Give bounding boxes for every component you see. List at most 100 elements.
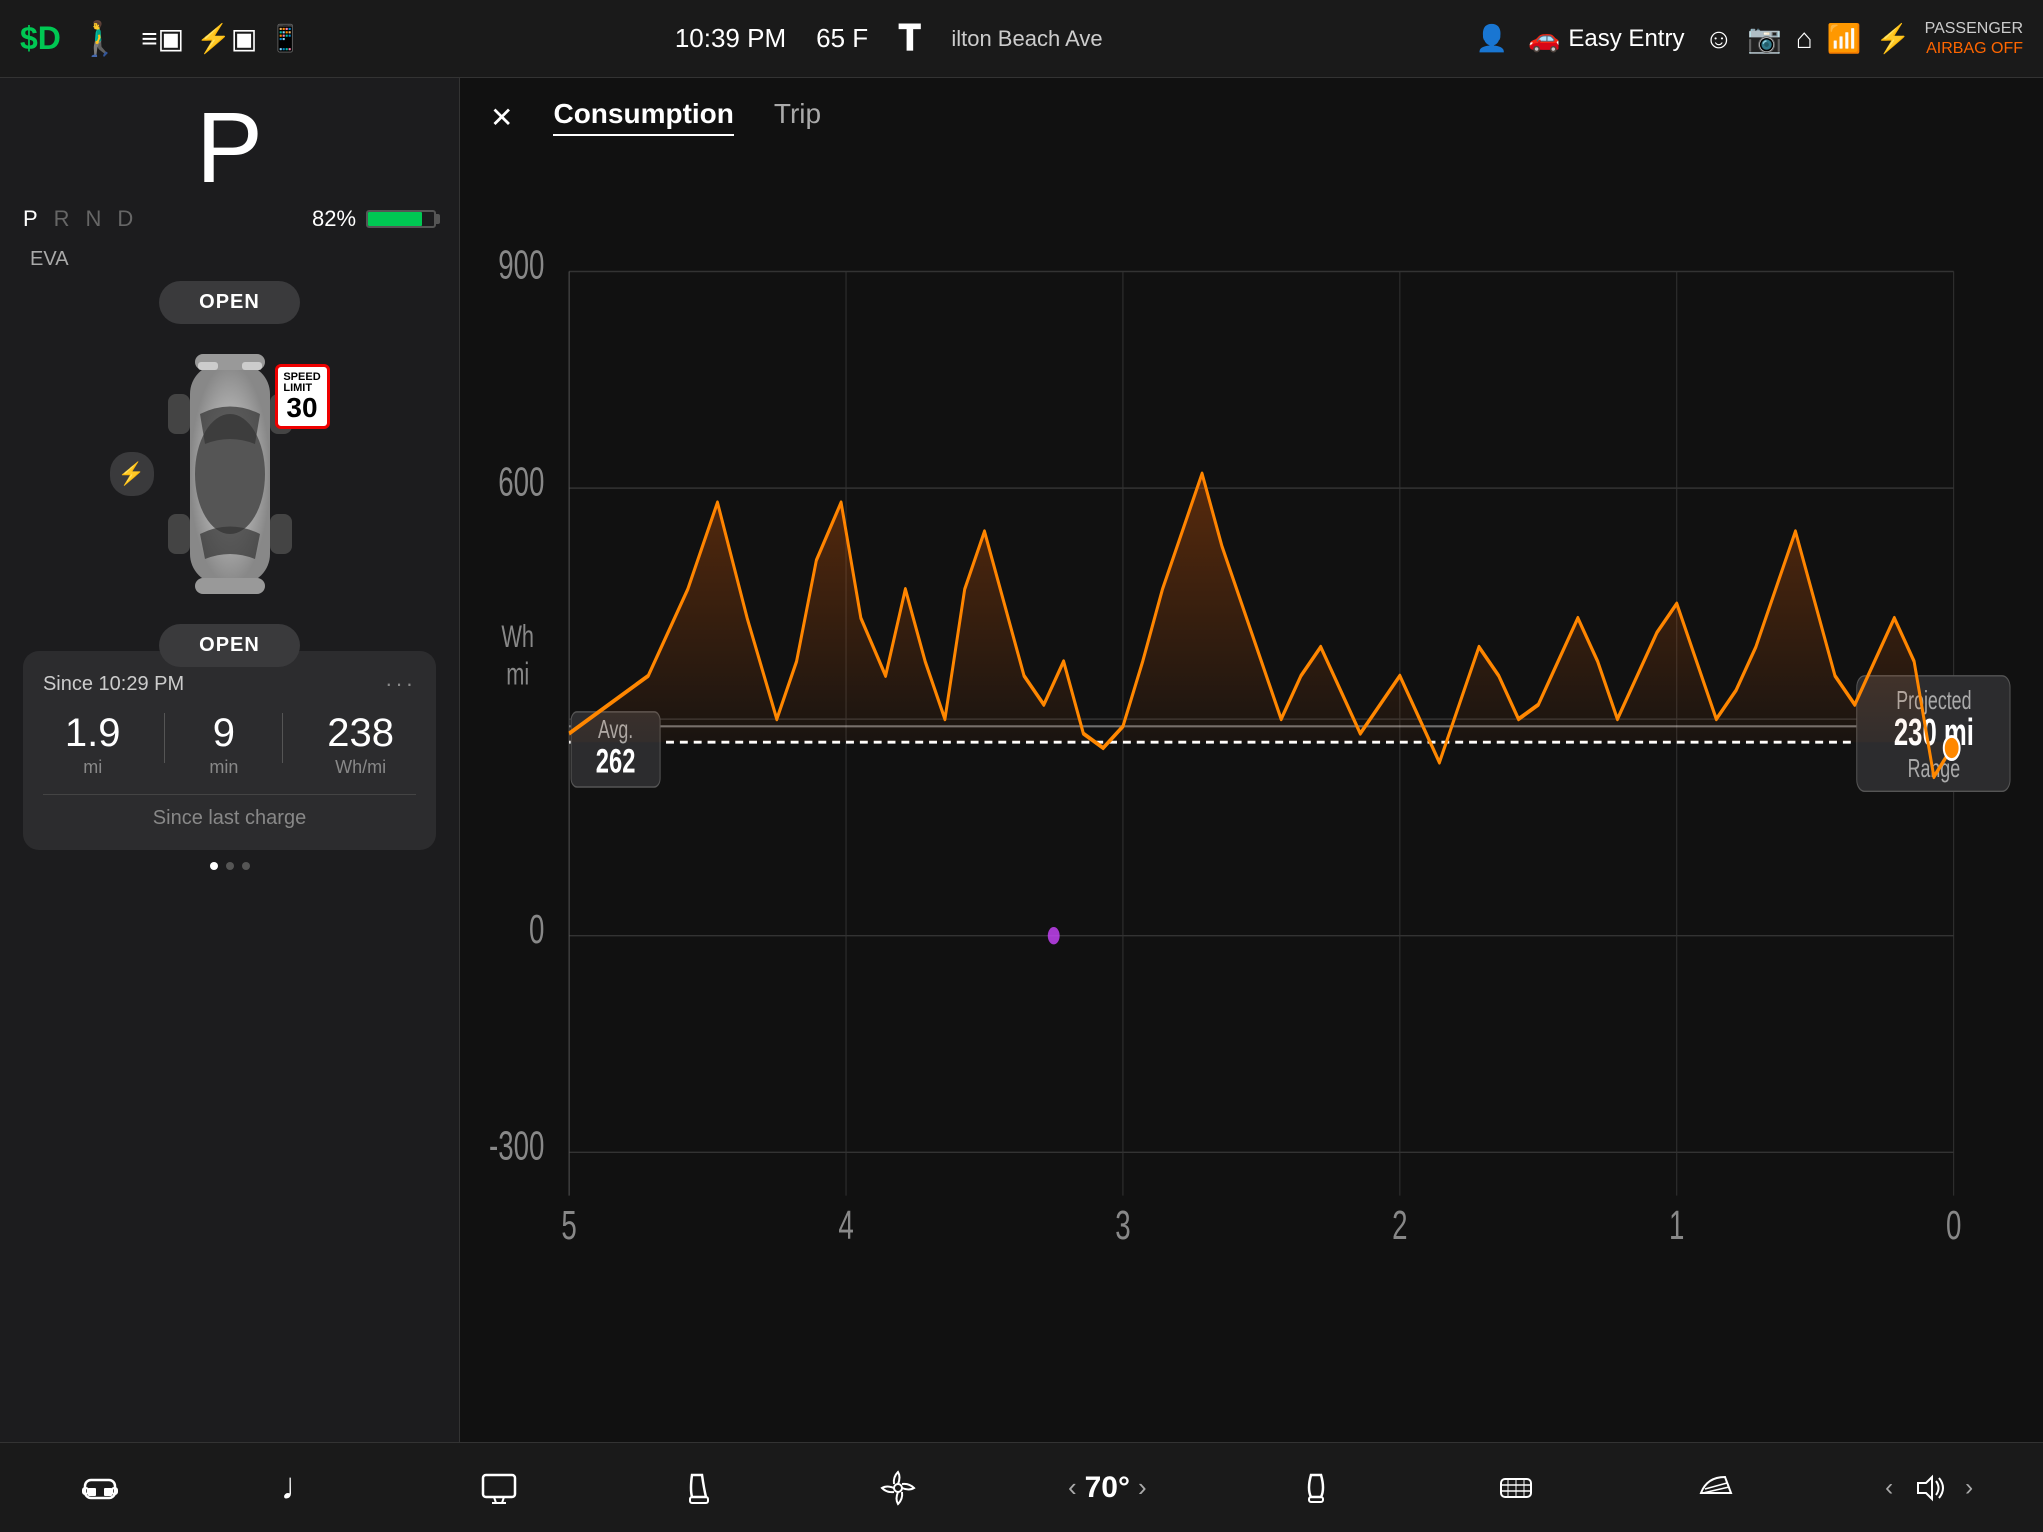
battery-bar — [366, 210, 436, 228]
gear-d[interactable]: D — [117, 206, 133, 232]
stat-divider-2 — [282, 713, 283, 763]
speed-limit-sign: SPEEDLIMIT 30 — [275, 364, 330, 429]
stat-time-unit: min — [209, 757, 238, 778]
music-icon[interactable]: ♩ — [269, 1458, 329, 1518]
easy-entry-icon: 🚗 — [1528, 23, 1560, 54]
car-nav-icon[interactable] — [70, 1458, 130, 1518]
svg-text:3: 3 — [1115, 1204, 1130, 1248]
svg-text:Wh: Wh — [501, 618, 534, 654]
bluetooth-icon: ⚡ — [1876, 22, 1911, 55]
open-frunk-button[interactable]: OPEN — [159, 624, 300, 667]
menu-icon[interactable]: ≡▣ — [141, 22, 184, 55]
stat-distance-unit: mi — [65, 757, 121, 778]
charge-display-icon: ⚡▣ — [196, 22, 257, 55]
person-icon-area: 👤 — [1476, 23, 1508, 54]
charge-indicator: ⚡ — [110, 452, 154, 496]
chart-header: ✕ Consumption Trip — [490, 98, 2013, 136]
home-icon[interactable]: ⌂ — [1796, 23, 1813, 55]
gear-p[interactable]: P — [23, 206, 38, 232]
svg-text:5: 5 — [561, 1204, 576, 1248]
since-time-label: Since 10:29 PM — [43, 673, 184, 696]
tab-trip[interactable]: Trip — [774, 98, 821, 136]
wifi-icon: 📶 — [1827, 22, 1862, 55]
status-bar: $D 🚶‍♂️ ≡▣ ⚡▣ 📱 10:39 PM 65 F 𝐓 ilton Be… — [0, 0, 2043, 78]
svg-text:262: 262 — [596, 742, 636, 781]
center-icons: ≡▣ ⚡▣ 📱 — [141, 22, 302, 55]
chart-area: 900 600 0 -300 Wh mi 5 4 3 2 1 0 Avg. 26… — [490, 156, 2013, 1340]
stat-distance-value: 1.9 — [65, 713, 121, 753]
svg-text:-300: -300 — [490, 1125, 544, 1169]
gear-n[interactable]: N — [86, 206, 102, 232]
stat-efficiency: 238 Wh/mi — [327, 713, 394, 778]
dot-1 — [210, 862, 218, 870]
trip-stats-section: Since 10:29 PM ··· 1.9 mi 9 min 238 Wh/m… — [23, 651, 436, 850]
pagination-dots — [210, 862, 250, 870]
person-alert-icon: 🚶‍♂️ — [79, 19, 121, 59]
car-container: OPEN SPEEDLIMIT 30 — [80, 281, 380, 641]
status-center: 10:39 PM 65 F 𝐓 ilton Beach Ave — [302, 17, 1476, 60]
defrost-front-icon[interactable] — [1686, 1458, 1746, 1518]
volume-right-arrow[interactable]: › — [1965, 1474, 1973, 1502]
left-panel: P P R N D 82% EVA OPEN SPEEDLIMIT 30 — [0, 78, 460, 1442]
open-trunk-button[interactable]: OPEN — [159, 281, 300, 324]
stat-distance: 1.9 mi — [65, 713, 121, 778]
battery-info: 82% — [312, 206, 436, 232]
speed-limit-value: 30 — [286, 394, 317, 422]
svg-text:4: 4 — [838, 1204, 853, 1248]
stat-time-value: 9 — [209, 713, 238, 753]
smiley-icon[interactable]: ☺ — [1704, 23, 1733, 55]
screen-icon[interactable] — [469, 1458, 529, 1518]
easy-entry-label: Easy Entry — [1568, 25, 1684, 53]
prnd-letters: P R N D — [23, 206, 133, 232]
svg-text:1: 1 — [1669, 1204, 1684, 1248]
stats-menu-dots[interactable]: ··· — [385, 671, 416, 697]
battery-fill — [368, 212, 422, 226]
car-svg-wrapper: SPEEDLIMIT 30 — [130, 334, 330, 614]
status-right: ☺ 📷 ⌂ 📶 ⚡ PASSENGER AIRBAG OFF — [1704, 19, 2023, 57]
status-left: $D 🚶‍♂️ — [20, 19, 121, 59]
close-button[interactable]: ✕ — [490, 101, 513, 134]
dot-2 — [226, 862, 234, 870]
svg-text:2: 2 — [1392, 1204, 1407, 1248]
gear-r[interactable]: R — [54, 206, 70, 232]
defrost-rear-icon[interactable] — [1486, 1458, 1546, 1518]
volume-left-arrow[interactable]: ‹ — [1885, 1474, 1893, 1502]
temp-up-arrow[interactable]: › — [1138, 1472, 1147, 1503]
stat-efficiency-unit: Wh/mi — [327, 757, 394, 778]
gear-display: P — [196, 98, 263, 198]
temp-down-arrow[interactable]: ‹ — [1068, 1472, 1077, 1503]
temp-display: 70° — [1085, 1471, 1130, 1505]
svg-text:900: 900 — [498, 244, 544, 288]
dollar-d-icon: $D — [20, 20, 61, 57]
since-last-charge-label: Since last charge — [43, 794, 416, 830]
stat-divider-1 — [164, 713, 165, 763]
right-panel: ✕ Consumption Trip 900 60 — [460, 78, 2043, 1442]
tab-consumption[interactable]: Consumption — [553, 98, 733, 136]
passenger-airbag: PASSENGER AIRBAG OFF — [1925, 19, 2023, 57]
svg-text:0: 0 — [529, 908, 544, 952]
svg-text:mi: mi — [506, 655, 529, 691]
seat-heat-icon[interactable] — [1286, 1458, 1346, 1518]
stats-header: Since 10:29 PM ··· — [43, 671, 416, 697]
stat-time: 9 min — [209, 713, 238, 778]
eva-label: EVA — [30, 248, 69, 271]
speed-limit-label: SPEEDLIMIT — [283, 372, 320, 394]
nav-text: ilton Beach Ave — [951, 26, 1102, 52]
prnd-bar: P R N D 82% — [23, 206, 436, 232]
status-temp: 65 F — [816, 23, 868, 54]
camera-icon[interactable]: 📷 — [1747, 22, 1782, 55]
seat-icon[interactable] — [669, 1458, 729, 1518]
status-time: 10:39 PM — [675, 23, 786, 54]
consumption-chart: 900 600 0 -300 Wh mi 5 4 3 2 1 0 Avg. 26… — [490, 156, 2013, 1340]
easy-entry[interactable]: 🚗 Easy Entry — [1528, 23, 1684, 54]
battery-percent: 82% — [312, 206, 356, 232]
volume-icon[interactable] — [1899, 1458, 1959, 1518]
chart-tabs: Consumption Trip — [553, 98, 821, 136]
fan-icon[interactable] — [868, 1458, 928, 1518]
dot-3 — [242, 862, 250, 870]
phone-icon[interactable]: 📱 — [269, 23, 301, 54]
stat-efficiency-value: 238 — [327, 713, 394, 753]
bottom-bar: ♩ ‹ 70° › ‹ › — [0, 1442, 2043, 1532]
svg-text:600: 600 — [498, 460, 544, 504]
tesla-logo: 𝐓 — [898, 17, 921, 60]
